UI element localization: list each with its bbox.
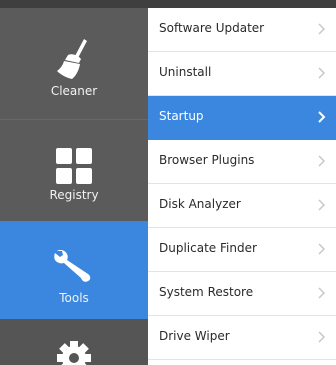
menu-item-label: Drive Wiper: [159, 329, 230, 343]
sidebar: Cleaner Registry Tools: [0, 8, 148, 365]
sidebar-item-settings[interactable]: [0, 319, 148, 365]
title-strip: [0, 0, 336, 8]
menu-item-duplicate-finder[interactable]: Duplicate Finder: [148, 228, 336, 272]
sidebar-item-label: Registry: [49, 188, 99, 202]
chevron-right-icon: [318, 243, 326, 255]
menu-item-label: Disk Analyzer: [159, 197, 241, 211]
menu-item-label: Browser Plugins: [159, 153, 255, 167]
menu-item-uninstall[interactable]: Uninstall: [148, 52, 336, 96]
menu-item-label: Uninstall: [159, 65, 212, 79]
sidebar-item-label: Tools: [59, 291, 89, 305]
menu-item-system-restore[interactable]: System Restore: [148, 272, 336, 316]
chevron-right-icon: [318, 155, 326, 167]
menu-item-label: Duplicate Finder: [159, 241, 257, 255]
sidebar-item-registry[interactable]: Registry: [0, 119, 148, 222]
menu-item-label: System Restore: [159, 285, 254, 299]
chevron-right-icon: [318, 331, 326, 343]
menu-item-label: Startup: [159, 109, 204, 123]
chevron-right-icon: [318, 199, 326, 211]
chevron-right-icon: [318, 67, 326, 79]
chevron-right-icon: [318, 23, 326, 35]
broom-icon: [54, 38, 94, 84]
menu-item-browser-plugins[interactable]: Browser Plugins: [148, 140, 336, 184]
sidebar-item-label: Cleaner: [50, 84, 98, 98]
menu-item-software-updater[interactable]: Software Updater: [148, 8, 336, 52]
menu-item-startup[interactable]: Startup: [148, 96, 336, 140]
menu-item-disk-analyzer[interactable]: Disk Analyzer: [148, 184, 336, 228]
chevron-right-icon: [318, 287, 326, 299]
gear-icon: [57, 341, 91, 365]
sidebar-item-tools[interactable]: Tools: [0, 221, 148, 319]
tools-menu: Software Updater Uninstall Startup Brows…: [148, 8, 336, 365]
menu-item-label: Software Updater: [159, 21, 265, 35]
wrench-icon: [54, 249, 94, 287]
chevron-right-icon: [318, 111, 326, 123]
sidebar-item-cleaner[interactable]: Cleaner: [0, 8, 148, 119]
grid-icon: [56, 148, 92, 188]
app-window: Cleaner Registry Tools Software Updater …: [0, 0, 336, 365]
menu-item-drive-wiper[interactable]: Drive Wiper: [148, 316, 336, 360]
